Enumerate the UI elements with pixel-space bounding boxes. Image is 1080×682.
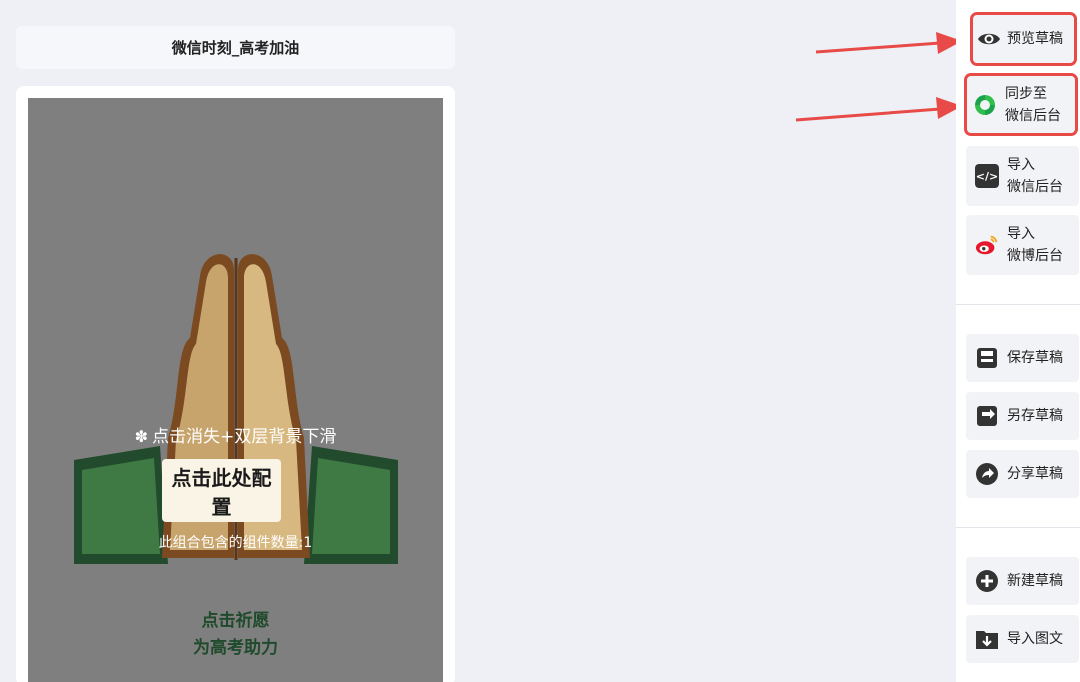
arrow-to-preview xyxy=(815,41,941,54)
arrow-to-sync xyxy=(795,107,941,122)
save-as-draft-label: 另存草稿 xyxy=(1007,408,1063,424)
tap-hint-text: 点击消失+双层背景下滑 xyxy=(152,427,337,447)
import-article-button[interactable]: 导入图文 xyxy=(966,615,1079,663)
save-draft-label: 保存草稿 xyxy=(1007,350,1063,366)
import-weibo-button[interactable]: 导入 微博后台 xyxy=(966,215,1079,275)
weibo-icon xyxy=(975,233,999,257)
sidebar-divider-2 xyxy=(956,527,1080,528)
preview-canvas: ✽ 点击消失+双层背景下滑 点击此处配置 此组合包含的组件数量:1 点击祈愿 为高… xyxy=(28,98,443,682)
import-weibo-label-line1: 导入 xyxy=(1007,226,1035,242)
configure-button[interactable]: 点击此处配置 xyxy=(162,459,281,522)
sync-wechat-label: 同步至 微信后台 xyxy=(1005,83,1061,127)
share-draft-label: 分享草稿 xyxy=(1007,466,1063,482)
plus-icon xyxy=(975,569,999,593)
new-draft-label: 新建草稿 xyxy=(1007,573,1063,589)
eye-icon xyxy=(977,27,1001,51)
share-draft-button[interactable]: 分享草稿 xyxy=(966,450,1079,498)
preview-draft-button[interactable]: 预览草稿 xyxy=(970,12,1077,66)
code-icon: </> xyxy=(975,164,999,188)
preview-draft-label: 预览草稿 xyxy=(1007,31,1063,47)
folder-download-icon xyxy=(975,627,999,651)
import-weibo-label-line2: 微博后台 xyxy=(1007,248,1063,264)
sync-wechat-label-line1: 同步至 xyxy=(1005,85,1047,102)
share-icon xyxy=(975,462,999,486)
wechat-sync-icon xyxy=(973,93,997,117)
annotation-arrows xyxy=(795,32,960,122)
sync-wechat-label-line2: 微信后台 xyxy=(1005,107,1061,124)
import-wechat-button[interactable]: </> 导入 微信后台 xyxy=(966,146,1079,206)
pray-caption-line2: 为高考助力 xyxy=(193,638,278,658)
import-wechat-label: 导入 微信后台 xyxy=(1007,154,1063,198)
save-as-draft-button[interactable]: 另存草稿 xyxy=(966,392,1079,440)
import-weibo-label: 导入 微博后台 xyxy=(1007,223,1063,267)
pray-caption-line1: 点击祈愿 xyxy=(201,611,270,631)
new-draft-button[interactable]: 新建草稿 xyxy=(966,557,1079,605)
article-title: 微信时刻_高考加油 xyxy=(171,39,300,57)
component-count-text: 此组合包含的组件数量:1 xyxy=(158,535,313,551)
import-wechat-label-line1: 导入 xyxy=(1007,157,1035,173)
sidebar-divider-1 xyxy=(956,304,1080,305)
save-icon xyxy=(975,346,999,370)
pray-caption[interactable]: 点击祈愿 为高考助力 xyxy=(28,608,443,662)
save-draft-button[interactable]: 保存草稿 xyxy=(966,334,1079,382)
sync-wechat-button[interactable]: 同步至 微信后台 xyxy=(964,73,1078,136)
import-article-label: 导入图文 xyxy=(1007,631,1063,647)
article-title-bar[interactable]: 微信时刻_高考加油 xyxy=(16,26,455,69)
tap-hint: ✽ 点击消失+双层背景下滑 xyxy=(28,422,443,447)
save-as-icon xyxy=(975,404,999,428)
clover-icon: ✽ xyxy=(134,427,149,446)
import-wechat-label-line2: 微信后台 xyxy=(1007,179,1063,195)
praying-hands-illustration xyxy=(74,254,398,564)
